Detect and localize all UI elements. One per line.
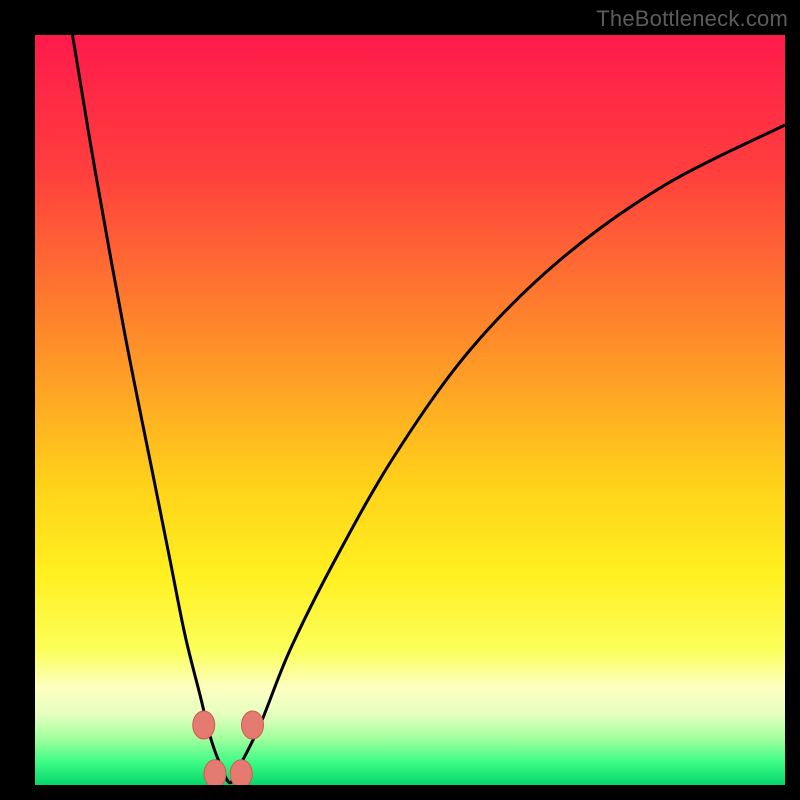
curve-path [73, 35, 786, 783]
curve-marker [193, 711, 215, 739]
chart-frame: TheBottleneck.com [0, 0, 800, 800]
curve-markers [193, 711, 264, 785]
curve-marker [242, 711, 264, 739]
watermark-text: TheBottleneck.com [596, 6, 788, 32]
curve-marker [204, 760, 226, 785]
plot-area [35, 35, 785, 785]
bottleneck-curve [35, 35, 785, 785]
curve-marker [230, 760, 252, 785]
